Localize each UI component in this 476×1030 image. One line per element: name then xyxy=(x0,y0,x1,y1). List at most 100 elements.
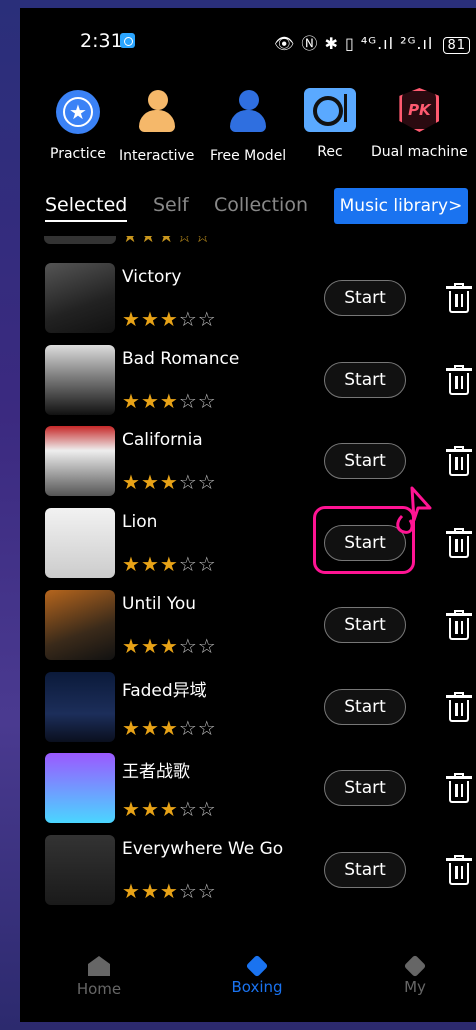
song-title: Faded异域 xyxy=(122,680,207,701)
start-button[interactable]: Start xyxy=(324,606,406,643)
star-rating: ★★★☆☆ xyxy=(122,470,217,494)
start-button[interactable]: Start xyxy=(324,443,406,480)
star-empty-icon: ☆ xyxy=(178,307,198,331)
mode-dual-machine[interactable]: PK Dual machine xyxy=(371,88,468,160)
star-filled-icon: ★ xyxy=(122,715,141,740)
mode-label: Interactive xyxy=(119,148,195,164)
star-rating: ★★★☆☆ xyxy=(122,552,217,576)
album-cover xyxy=(45,671,115,742)
star-filled-icon: ★ xyxy=(122,388,141,413)
mode-practice[interactable]: Practice xyxy=(50,88,106,162)
star-empty-icon: ☆ xyxy=(178,470,198,495)
star-empty-icon: ☆ xyxy=(178,552,198,577)
star-empty-icon: ☆ xyxy=(197,633,217,658)
song-title: California xyxy=(122,430,203,451)
nav-boxing[interactable]: Boxing xyxy=(212,954,302,996)
pk-shield-icon: PK xyxy=(399,88,440,132)
person-blue-icon xyxy=(224,88,272,136)
star-filled-icon: ★ xyxy=(140,797,160,822)
trash-icon[interactable] xyxy=(446,691,472,724)
bottom-nav: Home Boxing My xyxy=(20,948,476,1008)
nav-label: Boxing xyxy=(231,978,283,996)
battery-icon: 81 xyxy=(443,37,470,54)
star-filled-icon: ★ xyxy=(159,878,179,903)
tab-collection[interactable]: Collection xyxy=(214,194,308,216)
song-title: Bad Romance xyxy=(122,348,240,369)
tab-bar: Selected Self Collection Music library> xyxy=(20,188,476,228)
album-cover xyxy=(45,753,115,824)
nav-my[interactable]: My xyxy=(370,954,460,996)
song-title: Lion xyxy=(122,512,158,533)
star-empty-icon: ☆ xyxy=(197,878,217,903)
star-filled-icon: ★ xyxy=(140,307,160,331)
trash-icon[interactable] xyxy=(446,283,472,315)
album-cover xyxy=(45,834,115,905)
album-cover xyxy=(45,426,115,497)
trash-icon[interactable] xyxy=(446,364,472,397)
star-filled-icon: ★ xyxy=(122,633,141,658)
music-library-button[interactable]: Music library> xyxy=(334,188,468,224)
star-filled-icon: ★ xyxy=(159,388,179,413)
status-bar: 2:31 👁 Ⓝ ✱ ▯ ⁴ᴳ.ıl ²ᴳ.ıl 81 xyxy=(20,8,476,70)
mode-label: Dual machine xyxy=(371,144,468,160)
home-icon xyxy=(88,956,110,976)
star-filled-icon: ★ xyxy=(140,715,160,740)
tab-self[interactable]: Self xyxy=(153,194,189,216)
song-list[interactable]: ★★★☆☆ Victory ★★★☆☆ Start Bad Romance ★★★☆☆ S… xyxy=(20,236,476,926)
trash-icon[interactable] xyxy=(446,609,472,642)
nav-label: Home xyxy=(76,980,122,998)
song-row: 王者战歌 ★★★☆☆ Start xyxy=(20,753,476,835)
star-filled-icon: ★ xyxy=(140,878,160,903)
star-empty-icon: ☆ xyxy=(178,715,198,740)
start-button[interactable]: Start xyxy=(324,770,406,807)
status-time: 2:31 xyxy=(80,30,123,52)
mode-rec[interactable]: Rec xyxy=(304,88,356,160)
star-filled-icon: ★ xyxy=(122,307,141,331)
star-filled-icon: ★ xyxy=(159,470,179,495)
star-filled-icon: ★ xyxy=(140,633,160,658)
signal-icons: 👁 Ⓝ ✱ ▯ ⁴ᴳ.ıl ²ᴳ.ıl xyxy=(274,34,434,53)
mode-interactive[interactable]: Interactive xyxy=(119,88,194,164)
person-orange-icon xyxy=(133,88,181,136)
star-filled-icon: ★ xyxy=(159,552,179,577)
star-filled-icon: ★ xyxy=(159,797,179,822)
star-rating: ★★★☆☆ xyxy=(122,879,217,903)
start-button[interactable]: Start xyxy=(324,361,406,398)
mode-label: Free Model xyxy=(210,148,287,164)
start-button[interactable]: Start xyxy=(324,688,406,725)
mode-label: Practice xyxy=(50,146,106,162)
star-filled-icon: ★ xyxy=(122,552,141,577)
mode-free-model[interactable]: Free Model xyxy=(210,88,286,164)
song-title: 王者战歌 xyxy=(122,762,190,783)
notification-icon xyxy=(120,33,135,48)
start-button[interactable]: Start xyxy=(324,280,406,316)
star-rating: ★★★☆☆ xyxy=(122,634,217,658)
star-filled-icon: ★ xyxy=(159,633,179,658)
nav-label: My xyxy=(404,978,426,996)
album-cover xyxy=(45,508,115,579)
trash-icon[interactable] xyxy=(446,528,472,560)
album-cover xyxy=(45,344,115,415)
song-row: Victory ★★★☆☆ Start xyxy=(20,263,476,345)
star-filled-icon: ★ xyxy=(140,552,160,577)
partial-stars: ★★★☆☆ xyxy=(122,236,213,247)
tab-selected[interactable]: Selected xyxy=(45,194,128,222)
record-icon xyxy=(304,88,356,132)
boxing-icon xyxy=(245,954,269,978)
star-circle-icon xyxy=(55,90,100,134)
phone-screen: 2:31 👁 Ⓝ ✱ ▯ ⁴ᴳ.ıl ²ᴳ.ıl 81 Practice Int… xyxy=(20,8,476,1022)
song-row: Until You ★★★☆☆ Start xyxy=(20,589,476,672)
song-row: Faded异域 ★★★☆☆ Start xyxy=(20,671,476,754)
nav-home[interactable]: Home xyxy=(54,956,144,998)
trash-icon[interactable] xyxy=(446,854,472,887)
trash-icon[interactable] xyxy=(446,446,472,478)
trash-icon[interactable] xyxy=(446,773,472,805)
star-empty-icon: ☆ xyxy=(178,633,198,658)
song-title: Until You xyxy=(122,593,197,614)
system-icons: 👁 Ⓝ ✱ ▯ ⁴ᴳ.ıl ²ᴳ.ıl 81 xyxy=(274,30,470,54)
album-cover xyxy=(45,263,115,333)
star-filled-icon: ★ xyxy=(140,388,160,413)
song-title: Victory xyxy=(122,267,182,287)
star-empty-icon: ☆ xyxy=(197,552,217,577)
start-button[interactable]: Start xyxy=(324,851,406,888)
